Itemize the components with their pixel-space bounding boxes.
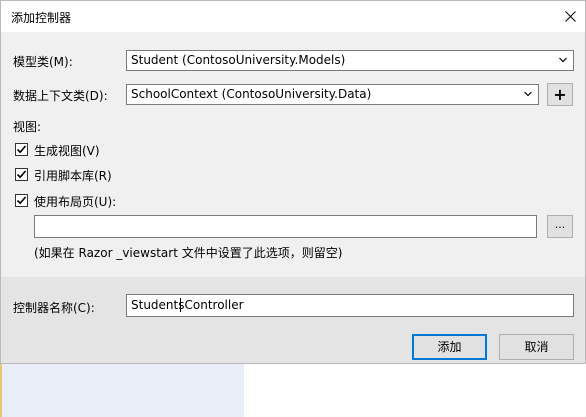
layout-hint-text: (如果在 Razor _viewstart 文件中设置了此选项，则留空) [34,246,343,260]
controller-name-input[interactable]: StudentsController [126,294,574,317]
controller-name-label: 控制器名称(C): [13,301,95,315]
model-class-value: Student (ContosoUniversity.Models) [131,53,346,67]
checkmark-icon [16,170,27,179]
close-icon [564,10,576,22]
generate-views-checkbox[interactable] [15,143,28,156]
background-window-edge [0,364,2,417]
footer-panel [1,277,585,363]
add-controller-dialog: 添加控制器 模型类(M): Student (ContosoUniversity… [0,0,586,364]
views-heading: 视图: [13,120,42,134]
data-context-dropdown[interactable]: SchoolContext (ContosoUniversity.Data) [126,84,539,105]
plus-icon: + [553,84,567,104]
chevron-down-icon [559,57,567,63]
use-layout-label[interactable]: 使用布局页(U): [34,193,116,210]
controller-name-value: StudentsController [131,298,244,312]
layout-path-input[interactable] [34,215,537,238]
model-class-dropdown[interactable]: Student (ContosoUniversity.Models) [126,50,574,71]
model-class-label: 模型类(M): [13,55,73,69]
browse-layout-button[interactable]: ... [547,215,573,238]
data-context-value: SchoolContext (ContosoUniversity.Data) [131,87,372,101]
reference-scripts-label[interactable]: 引用脚本库(R) [34,167,112,184]
generate-views-label[interactable]: 生成视图(V) [34,142,100,159]
background-window [0,364,244,417]
checkmark-icon [16,196,27,205]
data-context-label: 数据上下文类(D): [13,89,108,103]
reference-scripts-checkbox[interactable] [15,168,28,181]
chevron-down-icon [524,91,532,97]
text-cursor [180,298,181,312]
close-button[interactable] [555,1,585,31]
dialog-title: 添加控制器 [11,11,72,25]
add-data-context-button[interactable]: + [547,83,573,106]
title-bar: 添加控制器 [1,1,585,32]
cancel-button[interactable]: 取消 [499,334,574,360]
ellipsis-icon: ... [554,218,566,231]
checkmark-icon [16,145,27,154]
use-layout-checkbox[interactable] [15,194,28,207]
add-button[interactable]: 添加 [412,334,487,360]
